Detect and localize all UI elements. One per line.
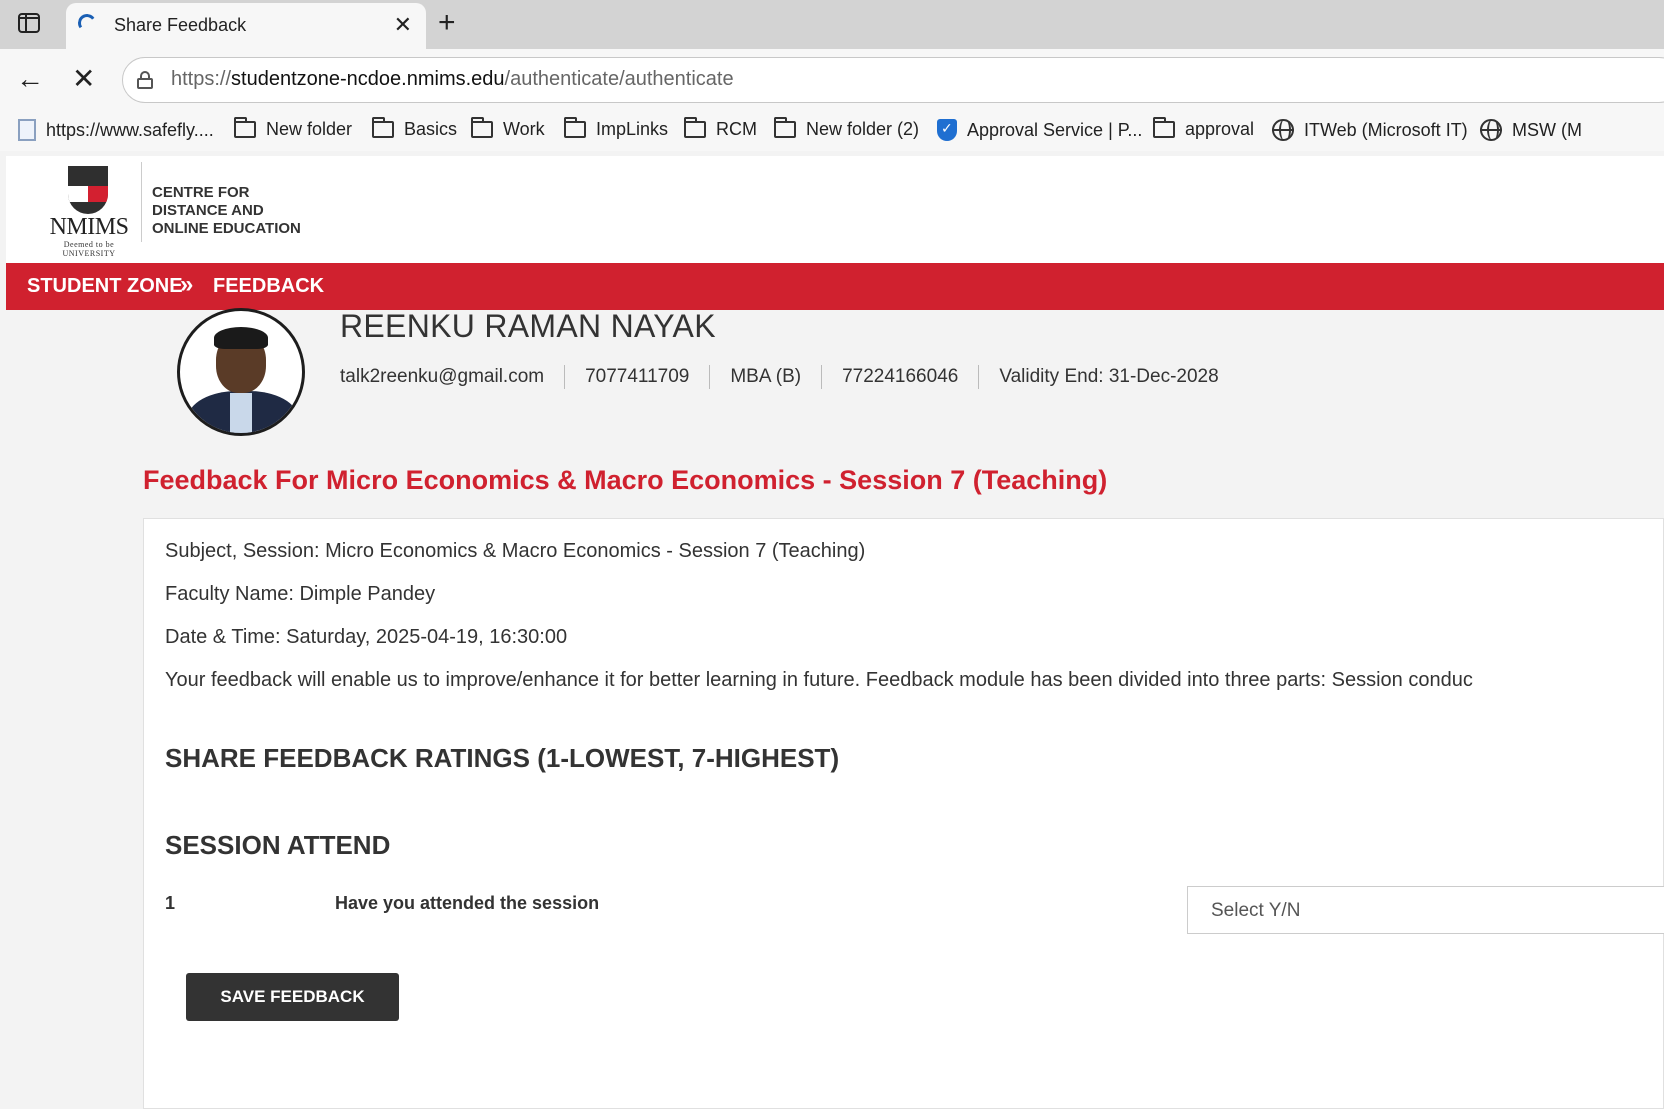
select-placeholder: Select Y/N bbox=[1211, 900, 1301, 921]
stop-loading-icon[interactable]: ✕ bbox=[72, 62, 95, 95]
address-bar[interactable]: https://studentzone-ncdoe.nmims.edu/auth… bbox=[122, 57, 1664, 103]
student-id: 77224166046 bbox=[842, 366, 959, 387]
ratings-heading: SHARE FEEDBACK RATINGS (1-LOWEST, 7-HIGH… bbox=[165, 743, 840, 773]
folder-icon bbox=[684, 117, 706, 138]
question-text: Have you attended the session bbox=[335, 893, 600, 913]
bookmark-item[interactable]: MSW (M bbox=[1480, 119, 1582, 141]
bookmark-item[interactable]: Basics bbox=[372, 117, 457, 140]
logo-divider bbox=[141, 162, 142, 242]
validity-end: Validity End: 31-Dec-2028 bbox=[999, 366, 1219, 387]
globe-icon bbox=[1272, 119, 1294, 141]
logo-wordmark: NMIMS bbox=[49, 214, 129, 240]
folder-icon bbox=[774, 117, 796, 138]
student-name: REENKU RAMAN NAYAK bbox=[340, 308, 716, 344]
page-title: Feedback For Micro Economics & Macro Eco… bbox=[143, 465, 1108, 495]
page-icon bbox=[18, 119, 36, 141]
feedback-form-card: Subject, Session: Micro Economics & Macr… bbox=[143, 518, 1664, 1109]
bookmark-item[interactable]: New folder (2) bbox=[774, 117, 919, 140]
bookmark-item[interactable]: ITWeb (Microsoft IT) bbox=[1272, 119, 1468, 141]
avatar bbox=[177, 308, 305, 436]
student-phone: 7077411709 bbox=[585, 366, 690, 387]
folder-icon bbox=[234, 117, 256, 138]
save-feedback-button[interactable]: SAVE FEEDBACK bbox=[186, 973, 399, 1021]
bookmark-item[interactable]: approval bbox=[1153, 117, 1254, 140]
faculty-name-text: Faculty Name: Dimple Pandey bbox=[165, 583, 436, 605]
browser-tab-strip: Share Feedback ✕ + bbox=[0, 0, 1664, 49]
lock-icon[interactable] bbox=[137, 71, 153, 89]
folder-icon bbox=[564, 117, 586, 138]
folder-icon bbox=[372, 117, 394, 138]
folder-icon bbox=[1153, 117, 1175, 138]
url-text[interactable]: https://studentzone-ncdoe.nmims.edu/auth… bbox=[171, 68, 734, 91]
globe-icon bbox=[1480, 119, 1502, 141]
site-header: NMIMS Deemed to be UNIVERSITY CENTRE FOR… bbox=[6, 156, 1664, 263]
browser-tab[interactable]: Share Feedback ✕ bbox=[66, 3, 426, 49]
subject-session-text: Subject, Session: Micro Economics & Macr… bbox=[165, 540, 866, 562]
intro-text: Your feedback will enable us to improve/… bbox=[165, 669, 1473, 691]
bookmark-item[interactable]: RCM bbox=[684, 117, 757, 140]
logo-subtitle: Deemed to be UNIVERSITY bbox=[62, 240, 116, 258]
bookmark-item[interactable]: Work bbox=[471, 117, 545, 140]
bookmark-item[interactable]: New folder bbox=[234, 117, 352, 140]
sidebar-toggle-icon[interactable] bbox=[18, 13, 40, 33]
student-meta: talk2reenku@gmail.com 7077411709 MBA (B)… bbox=[340, 365, 1219, 389]
folder-icon bbox=[471, 117, 493, 138]
web-page: NMIMS Deemed to be UNIVERSITY CENTRE FOR… bbox=[6, 156, 1664, 1109]
bookmark-item[interactable]: Approval Service | P... bbox=[937, 119, 1142, 141]
close-tab-icon[interactable]: ✕ bbox=[394, 12, 412, 38]
section-heading: SESSION ATTEND bbox=[165, 830, 391, 860]
centre-name: CENTRE FOR DISTANCE AND ONLINE EDUCATION bbox=[152, 184, 301, 237]
student-program: MBA (B) bbox=[730, 366, 802, 387]
attended-select[interactable]: Select Y/N bbox=[1187, 886, 1664, 934]
bookmark-item[interactable]: https://www.safefly.... bbox=[18, 119, 214, 141]
back-arrow-icon[interactable]: ← bbox=[16, 63, 44, 95]
bookmark-item[interactable]: ImpLinks bbox=[564, 117, 668, 140]
shield-check-icon bbox=[937, 119, 957, 141]
date-time-text: Date & Time: Saturday, 2025-04-19, 16:30… bbox=[165, 626, 568, 648]
breadcrumb-feedback: FEEDBACK bbox=[213, 275, 325, 297]
chevron-double-right-icon: » bbox=[180, 271, 194, 298]
new-tab-icon[interactable]: + bbox=[438, 6, 456, 40]
breadcrumb: STUDENT ZONE » FEEDBACK bbox=[6, 263, 1664, 310]
student-email: talk2reenku@gmail.com bbox=[340, 366, 545, 387]
bookmarks-bar: https://www.safefly.... New folder Basic… bbox=[0, 113, 1664, 151]
browser-toolbar: ← ✕ https://studentzone-ncdoe.nmims.edu/… bbox=[0, 49, 1664, 113]
breadcrumb-student-zone[interactable]: STUDENT ZONE bbox=[27, 275, 183, 298]
loading-spinner-icon bbox=[76, 12, 98, 34]
crest-icon bbox=[68, 166, 108, 214]
tab-title: Share Feedback bbox=[114, 15, 247, 35]
question-number: 1 bbox=[165, 893, 176, 913]
nmims-logo[interactable]: NMIMS Deemed to be UNIVERSITY bbox=[42, 166, 136, 258]
